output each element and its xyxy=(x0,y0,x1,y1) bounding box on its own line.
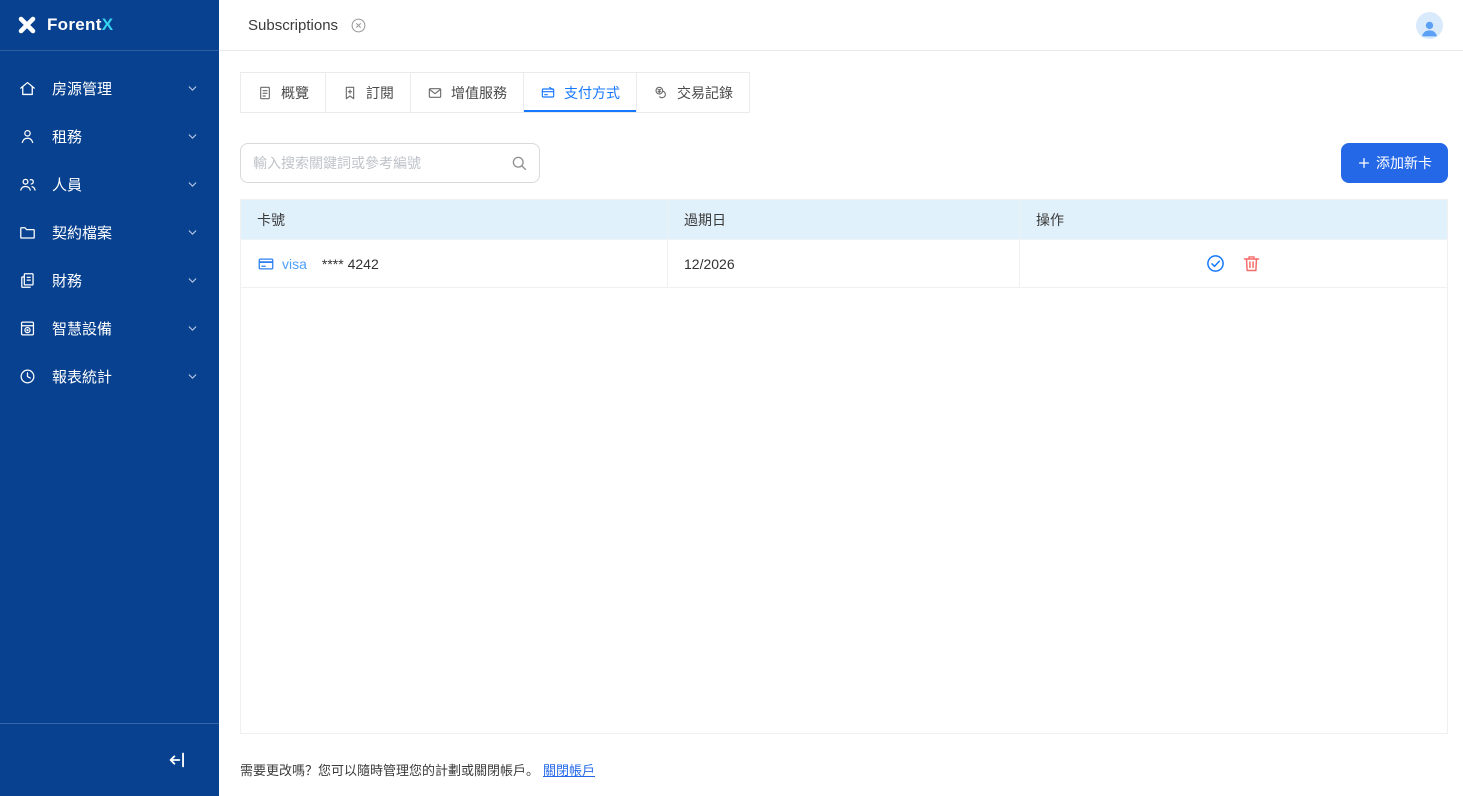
column-header-expiry: 過期日 xyxy=(668,200,1020,239)
brand-x-icon xyxy=(16,14,38,36)
tab-value-added-services[interactable]: 增值服務 xyxy=(411,73,524,112)
payment-methods-table: 卡號 過期日 操作 visa **** 4242 12/2026 xyxy=(240,199,1448,734)
masked-card-number: **** 4242 xyxy=(322,256,379,272)
sidebar-item-label: 智慧設備 xyxy=(52,318,112,339)
sidebar-item-label: 租務 xyxy=(52,126,82,147)
close-account-link[interactable]: 關閉帳戶 xyxy=(543,760,595,779)
card-brand-link[interactable]: visa xyxy=(257,255,307,273)
services-icon xyxy=(427,85,443,101)
topbar: Subscriptions xyxy=(219,0,1463,51)
user-icon xyxy=(18,127,37,146)
chevron-down-icon xyxy=(186,274,199,287)
users-icon xyxy=(18,175,37,194)
section-tabs: 概覽 訂閱 增值服務 支付方式 交易記錄 xyxy=(240,72,750,113)
chevron-down-icon xyxy=(186,322,199,335)
table-header-row: 卡號 過期日 操作 xyxy=(241,200,1447,240)
chevron-down-icon xyxy=(186,226,199,239)
smart-device-icon xyxy=(18,319,37,338)
tab-label: 支付方式 xyxy=(564,83,620,103)
search-input[interactable] xyxy=(240,143,540,183)
subscriptions-content: 概覽 訂閱 增值服務 支付方式 交易記錄 xyxy=(219,51,1463,796)
logo: ForentX xyxy=(0,0,219,51)
tab-subscription[interactable]: 訂閱 xyxy=(326,73,411,112)
search-box xyxy=(240,143,540,183)
tab-label: 交易記錄 xyxy=(677,83,733,103)
sidebar-item-reports[interactable]: 報表統計 xyxy=(0,352,219,400)
sidebar-item-label: 人員 xyxy=(52,174,82,195)
chevron-down-icon xyxy=(186,130,199,143)
sidebar-item-finance[interactable]: 財務 xyxy=(0,256,219,304)
tab-transactions[interactable]: 交易記錄 xyxy=(637,73,749,112)
table-row: visa **** 4242 12/2026 xyxy=(241,240,1447,288)
sidebar-item-contracts[interactable]: 契約檔案 xyxy=(0,208,219,256)
table-empty-space xyxy=(241,288,1447,733)
card-brand-label: visa xyxy=(282,256,307,272)
sidebar-item-properties[interactable]: 房源管理 xyxy=(0,64,219,112)
actions-cell xyxy=(1020,240,1447,287)
transactions-icon xyxy=(653,85,669,101)
column-header-card-number: 卡號 xyxy=(241,200,668,239)
chevron-down-icon xyxy=(186,82,199,95)
tab-payment-methods[interactable]: 支付方式 xyxy=(524,73,637,112)
sidebar: ForentX 房源管理 租務 人員 契約檔案 財務 xyxy=(0,0,219,796)
payment-icon xyxy=(540,85,556,101)
column-header-actions: 操作 xyxy=(1020,200,1447,239)
search-icon[interactable] xyxy=(510,154,528,172)
home-icon xyxy=(18,79,37,98)
card-number-cell: visa **** 4242 xyxy=(241,240,668,287)
footer-text: 需要更改嗎？您可以隨時管理您的計劃或關閉帳戶。 xyxy=(240,760,539,779)
chevron-down-icon xyxy=(186,370,199,383)
sidebar-item-label: 房源管理 xyxy=(52,78,112,99)
tab-label: 訂閱 xyxy=(366,83,394,103)
sidebar-item-tenancy[interactable]: 租務 xyxy=(0,112,219,160)
credit-card-icon xyxy=(257,255,275,273)
account-footer: 需要更改嗎？您可以隨時管理您的計劃或關閉帳戶。 關閉帳戶 xyxy=(240,734,1448,796)
add-new-card-button[interactable]: 添加新卡 xyxy=(1341,143,1448,183)
sidebar-nav: 房源管理 租務 人員 契約檔案 財務 智慧設備 xyxy=(0,51,219,723)
set-default-check-icon[interactable] xyxy=(1205,253,1226,274)
expiry-cell: 12/2026 xyxy=(668,240,1020,287)
brand-name: ForentX xyxy=(47,15,113,35)
add-new-card-label: 添加新卡 xyxy=(1376,153,1432,173)
tab-overview[interactable]: 概覽 xyxy=(241,73,326,112)
person-icon xyxy=(1419,18,1440,39)
sidebar-footer xyxy=(0,723,219,796)
sidebar-item-label: 契約檔案 xyxy=(52,222,112,243)
plus-icon xyxy=(1357,156,1371,170)
sidebar-item-smart-devices[interactable]: 智慧設備 xyxy=(0,304,219,352)
open-tab-label: Subscriptions xyxy=(248,17,338,34)
close-tab-icon[interactable] xyxy=(350,17,367,34)
sidebar-item-people[interactable]: 人員 xyxy=(0,160,219,208)
collapse-sidebar-icon[interactable] xyxy=(167,749,189,771)
user-avatar[interactable] xyxy=(1416,12,1443,39)
chevron-down-icon xyxy=(186,178,199,191)
documents-icon xyxy=(18,271,37,290)
tab-label: 概覽 xyxy=(281,83,309,103)
delete-card-trash-icon[interactable] xyxy=(1241,253,1262,274)
folder-icon xyxy=(18,223,37,242)
overview-icon xyxy=(257,85,273,101)
main-area: Subscriptions 概覽 訂閱 增值服務 支付方式 xyxy=(219,0,1463,796)
sidebar-item-label: 財務 xyxy=(52,270,82,291)
toolbar: 添加新卡 xyxy=(240,143,1448,183)
sidebar-item-label: 報表統計 xyxy=(52,366,112,387)
clock-icon xyxy=(18,367,37,386)
subscription-icon xyxy=(342,85,358,101)
tab-label: 增值服務 xyxy=(451,83,507,103)
